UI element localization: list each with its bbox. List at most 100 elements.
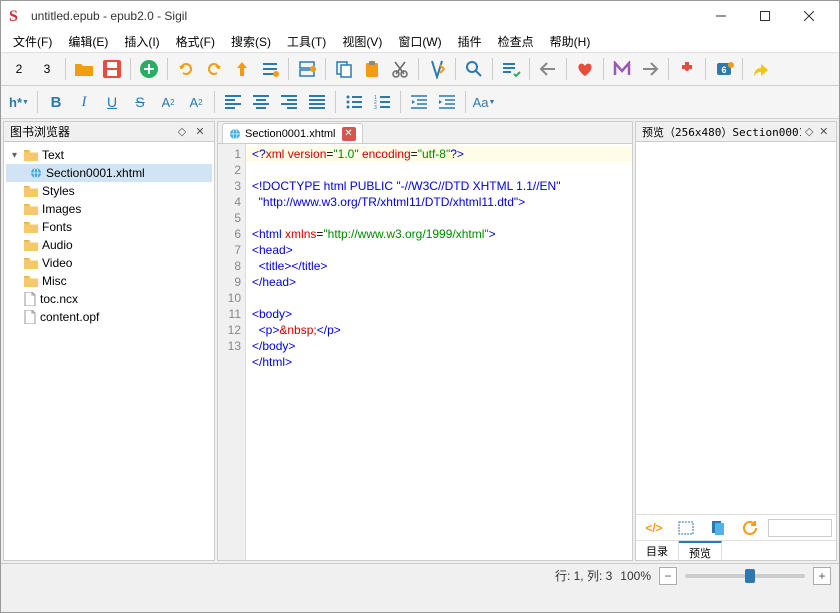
run-button[interactable]	[748, 56, 774, 82]
code-view-icon[interactable]: </>	[641, 515, 667, 541]
app-icon: S	[9, 8, 25, 24]
tree-item[interactable]: Styles	[6, 182, 212, 200]
main-area: 图书浏览器 ◇ ✕ ▾TextSection0001.xhtmlStylesIm…	[1, 119, 839, 563]
reload-icon[interactable]	[737, 515, 763, 541]
code-editor[interactable]: 12345678910111213 <?xml version="1.0" en…	[218, 144, 632, 560]
epub2-button[interactable]: 2	[6, 56, 32, 82]
close-button[interactable]	[787, 2, 831, 30]
tree-item[interactable]: ▾Text	[6, 146, 212, 164]
tree-item[interactable]: toc.ncx	[6, 290, 212, 308]
menu-view[interactable]: 视图(V)	[334, 31, 390, 52]
epub3-button[interactable]: 3	[34, 56, 60, 82]
align-justify-button[interactable]	[304, 89, 330, 115]
preview-header: 预览（256x480）Section0001.xhtml ◇ ✕	[636, 122, 836, 142]
preview-address-input[interactable]	[768, 519, 832, 537]
window-title: untitled.epub - epub2.0 - Sigil	[31, 9, 699, 23]
tree-item[interactable]: Fonts	[6, 218, 212, 236]
preview-title: 预览（256x480）Section0001.xhtml	[642, 124, 801, 140]
underline-button[interactable]: U	[99, 89, 125, 115]
tree-item[interactable]: Video	[6, 254, 212, 272]
metadata-button[interactable]	[609, 56, 635, 82]
paste-button[interactable]	[359, 56, 385, 82]
tab-toc[interactable]: 目录	[636, 541, 679, 560]
maximize-button[interactable]	[743, 2, 787, 30]
menu-file[interactable]: 文件(F)	[5, 31, 60, 52]
plugin-button[interactable]	[674, 56, 700, 82]
tab-preview[interactable]: 预览	[679, 541, 722, 560]
menu-insert[interactable]: 插入(I)	[116, 31, 167, 52]
save-button[interactable]	[99, 56, 125, 82]
tree-item[interactable]: Misc	[6, 272, 212, 290]
preview-float-button[interactable]: ◇	[803, 124, 816, 140]
arrow-right-button[interactable]	[637, 56, 663, 82]
preview-toolbar: </>	[636, 514, 836, 540]
panel-float-button[interactable]: ◇	[174, 124, 190, 140]
undo-button[interactable]	[173, 56, 199, 82]
redo-button[interactable]	[201, 56, 227, 82]
menu-tools[interactable]: 工具(T)	[279, 31, 334, 52]
menu-help[interactable]: 帮助(H)	[542, 31, 599, 52]
search-button[interactable]	[461, 56, 487, 82]
preview-close-button[interactable]: ✕	[817, 124, 830, 140]
zoom-out-button[interactable]: −	[659, 567, 677, 585]
tree-item[interactable]: Images	[6, 200, 212, 218]
preview-body	[636, 142, 836, 514]
add-button[interactable]	[136, 56, 162, 82]
copy-button[interactable]	[331, 56, 357, 82]
panel-title: 图书浏览器	[10, 123, 70, 140]
select-icon[interactable]	[673, 515, 699, 541]
copy-preview-icon[interactable]	[705, 515, 731, 541]
heading-button[interactable]: h*▼	[6, 89, 32, 115]
file-tree[interactable]: ▾TextSection0001.xhtmlStylesImagesFontsA…	[4, 142, 214, 560]
code-body[interactable]: <?xml version="1.0" encoding="utf-8"?> <…	[246, 144, 632, 560]
tree-item[interactable]: content.opf	[6, 308, 212, 326]
outdent-button[interactable]	[406, 89, 432, 115]
split-button[interactable]	[294, 56, 320, 82]
align-right-button[interactable]	[276, 89, 302, 115]
tree-item[interactable]: Section0001.xhtml	[6, 164, 212, 182]
menu-checkpoint[interactable]: 检查点	[490, 31, 542, 52]
tree-item[interactable]: Audio	[6, 236, 212, 254]
svg-text:3: 3	[374, 105, 377, 109]
italic-button[interactable]: I	[71, 89, 97, 115]
strikethrough-button[interactable]: S	[127, 89, 153, 115]
editor-tab-bar: Section0001.xhtml ✕	[218, 122, 632, 144]
cut-button[interactable]	[387, 56, 413, 82]
menu-plugins[interactable]: 插件	[450, 31, 490, 52]
editor-panel: Section0001.xhtml ✕ 12345678910111213 <?…	[217, 121, 633, 561]
checkpoint-button[interactable]: 6	[711, 56, 737, 82]
globe-icon	[229, 128, 241, 140]
menu-search[interactable]: 搜索(S)	[223, 31, 279, 52]
preview-tabs: 目录 预览	[636, 540, 836, 560]
minimize-button[interactable]	[699, 2, 743, 30]
menu-format[interactable]: 格式(F)	[168, 31, 223, 52]
number-list-button[interactable]: 123	[369, 89, 395, 115]
zoom-slider[interactable]	[685, 574, 805, 578]
superscript-button[interactable]: A2	[183, 89, 209, 115]
favorite-button[interactable]	[572, 56, 598, 82]
toolbar-1: 2 3 6	[1, 53, 839, 86]
open-button[interactable]	[71, 56, 97, 82]
menu-edit[interactable]: 编辑(E)	[60, 31, 116, 52]
bullet-list-button[interactable]	[341, 89, 367, 115]
align-center-button[interactable]	[248, 89, 274, 115]
tab-label: Section0001.xhtml	[245, 128, 336, 140]
panel-close-button[interactable]: ✕	[192, 124, 208, 140]
editor-tab[interactable]: Section0001.xhtml ✕	[222, 123, 363, 143]
indent-button[interactable]	[434, 89, 460, 115]
validate-button[interactable]	[424, 56, 450, 82]
spellcheck-button[interactable]	[498, 56, 524, 82]
arrow-up-button[interactable]	[229, 56, 255, 82]
zoom-in-button[interactable]: +	[813, 567, 831, 585]
align-left-button[interactable]	[220, 89, 246, 115]
bold-button[interactable]: B	[43, 89, 69, 115]
case-button[interactable]: Aa▼	[471, 89, 497, 115]
tab-close-button[interactable]: ✕	[342, 127, 356, 141]
toc-button[interactable]	[257, 56, 283, 82]
back-button[interactable]	[535, 56, 561, 82]
line-gutter: 12345678910111213	[218, 144, 246, 560]
status-bar: 行: 1, 列: 3 100% − +	[1, 563, 839, 587]
cursor-position: 行: 1, 列: 3	[555, 567, 612, 584]
menu-window[interactable]: 窗口(W)	[390, 31, 449, 52]
subscript-button[interactable]: A2	[155, 89, 181, 115]
